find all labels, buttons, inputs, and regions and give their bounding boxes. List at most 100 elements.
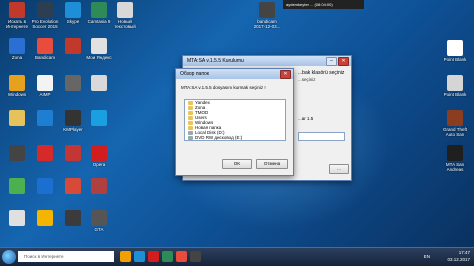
desktop-icon-28[interactable]: GTA (84, 210, 114, 232)
desktop-icon-8[interactable]: Мои Яндекс (84, 38, 114, 60)
app-icon (37, 75, 53, 91)
app-icon (9, 38, 25, 54)
app-icon (91, 2, 107, 18)
desktop-icon-label: Windows (7, 92, 27, 97)
mta-taskbar-icon[interactable] (190, 251, 201, 262)
app-icon (65, 210, 81, 226)
desktop-icon-20[interactable]: Opera (84, 145, 114, 167)
app-icon (91, 38, 107, 54)
close-button[interactable]: ✕ (338, 57, 349, 66)
app-icon (65, 145, 81, 161)
dialog-title-bar[interactable]: Обзор папок ✕ (176, 69, 293, 79)
desktop-icon-label: KMPlayer (63, 127, 83, 132)
desktop-icon-right-1[interactable]: Point Blank (440, 75, 470, 97)
app-icon (91, 145, 107, 161)
desktop-icon-label: MTA San Andreas (445, 162, 465, 172)
app-icon (65, 178, 81, 194)
installer-title-bar[interactable]: MTA:SA v.1.5.5 Kurulumu – ✕ (183, 56, 351, 66)
app-icon (65, 110, 81, 126)
dialog-instruction: MTA:SA v.1.5.5 dosyasını kurmak seçiniz … (181, 85, 266, 90)
desktop-icon-bandicam-file[interactable]: bandicam 2017-12-03... (252, 2, 282, 29)
dialog-close-button[interactable]: ✕ (280, 70, 291, 79)
app-icon (37, 38, 53, 54)
desktop-icon-13[interactable] (2, 110, 32, 127)
desktop-icon-label: Opera (92, 162, 106, 167)
app-icon (447, 40, 463, 56)
app-icon (91, 178, 107, 194)
desktop-icon-label: AIMP (39, 92, 51, 97)
app-icon (9, 210, 25, 226)
desktop-icon-18[interactable] (30, 145, 60, 162)
desktop-icon-26[interactable] (30, 210, 60, 227)
desktop-icon-label: Pro Evolution Soccer 2015 (31, 19, 59, 29)
app-icon (117, 2, 133, 18)
start-button[interactable] (2, 250, 16, 264)
clock-date: 03.12.2017 (447, 257, 470, 262)
desktop-icon-24[interactable] (84, 178, 114, 195)
folder-icon (188, 110, 193, 115)
desktop-icon-21[interactable] (2, 178, 32, 195)
app-icon (447, 75, 463, 91)
desktop-icon-5[interactable]: Zona (2, 38, 32, 60)
app-icon (91, 75, 107, 91)
folder-icon (188, 105, 193, 110)
desktop-icon-right-3[interactable]: MTA San Andreas (440, 145, 470, 172)
installer-version-text: ...ar 1.5 (298, 116, 314, 121)
app-icon (9, 178, 25, 194)
desktop-icon-14[interactable] (30, 110, 60, 127)
desktop-icon-12[interactable] (84, 75, 114, 92)
desktop-icon-4[interactable]: Новый текстовый (110, 2, 140, 29)
tree-item-label: USB Disk (F:) (195, 140, 223, 141)
drive-icon (188, 135, 193, 140)
browse-folder-dialog[interactable]: Обзор папок ✕ MTA:SA v.1.5.5 dosyasını k… (175, 68, 294, 176)
desktop-icon-label: Bandicam (34, 55, 55, 60)
desktop-icon-16[interactable] (84, 110, 114, 127)
installer-title: MTA:SA v.1.5.5 Kurulumu (187, 58, 244, 64)
explorer-icon[interactable] (120, 251, 131, 262)
camtasia-taskbar-icon[interactable] (162, 251, 173, 262)
desktop-icon-0[interactable]: Искать в Интернете (2, 2, 32, 29)
image-file-icon (259, 2, 275, 18)
app-icon (447, 110, 463, 126)
desktop-icon-6[interactable]: Bandicam (30, 38, 60, 60)
install-path-input[interactable] (298, 132, 345, 141)
desktop-icon-right-0[interactable]: Point Blank (440, 40, 470, 62)
desktop-icon-22[interactable] (30, 178, 60, 195)
opera-taskbar-icon[interactable] (148, 251, 159, 262)
folder-icon (188, 125, 193, 130)
desktop-icon-label: Grand Theft Auto San (443, 127, 467, 137)
app-icon (37, 210, 53, 226)
app-icon (37, 2, 53, 18)
desktop-icon-9[interactable]: Windows (2, 75, 32, 97)
app-icon (9, 110, 25, 126)
desktop-icon-1[interactable]: Pro Evolution Soccer 2015 (30, 2, 60, 29)
minimize-button[interactable]: – (326, 57, 337, 66)
taskbar: Поиск в Интернете EN 17:47 03.12.2017 (0, 247, 474, 266)
skype-taskbar-icon[interactable] (134, 251, 145, 262)
desktop-icon-25[interactable] (2, 210, 32, 227)
desktop-icon-right-2[interactable]: Grand Theft Auto San (440, 110, 470, 137)
language-indicator[interactable]: EN (424, 254, 430, 259)
app-icon (91, 110, 107, 126)
dialog-cancel-button[interactable]: Отмена (256, 159, 288, 169)
desktop-icon-17[interactable] (2, 145, 32, 162)
clock-time[interactable]: 17:47 (434, 250, 470, 255)
app-icon (37, 110, 53, 126)
app-icon (447, 145, 463, 161)
desktop-icon-label: Point Blank (443, 57, 467, 62)
app-icon (9, 145, 25, 161)
desktop-icon-label: GTA (94, 227, 104, 232)
app-icon (65, 75, 81, 91)
installer-cancel-button[interactable]: ... (329, 164, 349, 174)
installer-heading: ...bak klasörü seçiniz (298, 70, 345, 76)
desktop-icon-label: Новый текстовый (114, 19, 136, 29)
folder-icon (188, 120, 193, 125)
installer-subheading: ...seçiniz (298, 77, 316, 82)
ok-button[interactable]: OK (222, 159, 252, 169)
folder-tree[interactable]: Yandex Zona TMOD Users Windows Новая папка Loc… (184, 99, 286, 141)
bandicam-taskbar-icon[interactable] (176, 251, 187, 262)
taskbar-search-input[interactable]: Поиск в Интернете (18, 251, 114, 262)
desktop-icon-10[interactable]: AIMP (30, 75, 60, 97)
drive-icon (188, 141, 193, 142)
tree-item[interactable]: USB Disk (F:) (185, 140, 285, 141)
